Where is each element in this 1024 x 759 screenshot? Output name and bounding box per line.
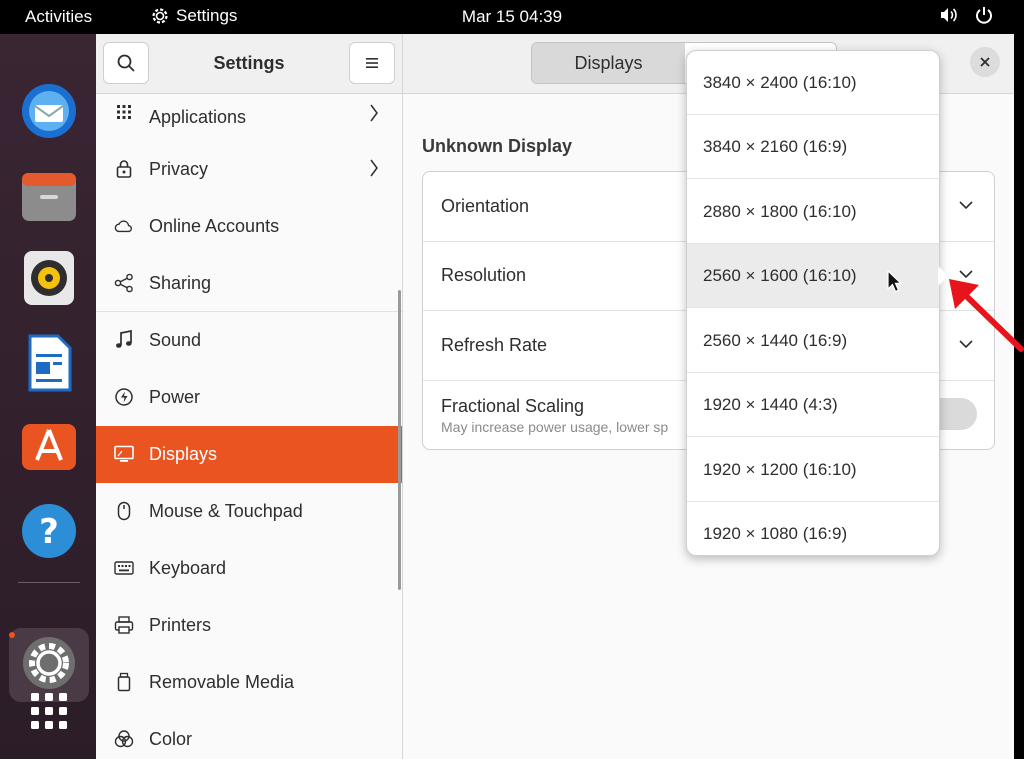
dock-help[interactable]: ?: [20, 502, 78, 560]
orientation-label: Orientation: [441, 196, 530, 216]
close-icon: [980, 57, 990, 67]
cloud-icon: [114, 216, 134, 236]
clock[interactable]: Mar 15 04:39: [462, 7, 562, 26]
sidebar-item-label: Printers: [149, 615, 212, 635]
sidebar-item-applications[interactable]: Applications: [96, 94, 402, 141]
sidebar-item-label: Mouse & Touchpad: [149, 501, 303, 521]
sidebar-item-label: Online Accounts: [149, 216, 280, 236]
dock-writer[interactable]: [20, 334, 78, 392]
dock-thunderbird[interactable]: [20, 82, 78, 140]
app-grid-icon: [31, 693, 67, 729]
fractional-scaling-label: Fractional Scaling: [441, 396, 585, 416]
chevron-down-icon: [958, 198, 974, 216]
display-name-heading: Unknown Display: [422, 136, 573, 156]
power-icon: [114, 387, 134, 407]
resolution-option[interactable]: 1920 × 1080 (16:9): [687, 502, 939, 555]
help-icon: ?: [22, 504, 76, 558]
dock-running-indicator: [9, 632, 15, 638]
resolution-option[interactable]: 3840 × 2400 (16:10): [687, 51, 939, 115]
sidebar-item-mouse-touchpad[interactable]: Mouse & Touchpad: [96, 483, 402, 540]
main-menu-button[interactable]: [349, 42, 395, 84]
rhythmbox-icon: [24, 251, 74, 305]
red-annotation-arrow-icon: [949, 279, 1024, 352]
sidebar-item-label: Sound: [149, 330, 202, 350]
dock-files[interactable]: [20, 167, 78, 225]
files-icon: [22, 173, 76, 221]
app-menu[interactable]: Settings: [150, 6, 237, 26]
tab-displays[interactable]: Displays: [532, 43, 685, 83]
resolution-option[interactable]: 2880 × 1800 (16:10): [687, 180, 939, 244]
sidebar-item-power[interactable]: Power: [96, 369, 402, 426]
sidebar-scrollbar[interactable]: [398, 290, 401, 590]
resolution-popover: 3840 × 2400 (16:10) 3840 × 2160 (16:9) 2…: [686, 50, 940, 556]
music-note-icon: [114, 330, 134, 350]
svg-text:?: ?: [39, 512, 59, 552]
settings-sidebar: Settings Applications Privacy Online Acc…: [96, 34, 403, 759]
app-menu-label: Settings: [176, 6, 238, 25]
sidebar-item-printers[interactable]: Printers: [96, 597, 402, 654]
share-icon: [114, 273, 134, 293]
resolution-option[interactable]: 2560 × 1440 (16:9): [687, 309, 939, 373]
sidebar-item-label: Displays: [149, 444, 218, 464]
sidebar-item-label: Keyboard: [149, 558, 227, 578]
sidebar-item-label: Privacy: [149, 159, 209, 179]
settings-gear-icon: [152, 8, 168, 24]
dock: ?: [0, 34, 96, 759]
sidebar-header: Settings: [96, 34, 402, 94]
dock-rhythmbox[interactable]: [20, 249, 78, 307]
volume-icon: [941, 8, 957, 22]
app-center-icon: [22, 424, 76, 470]
resolution-label: Resolution: [441, 265, 527, 285]
sidebar-item-keyboard[interactable]: Keyboard: [96, 540, 402, 597]
sidebar-item-sharing[interactable]: Sharing: [96, 255, 402, 312]
sidebar-list: Applications Privacy Online Accounts Sha…: [96, 94, 402, 759]
power-icon: [976, 7, 992, 24]
activities-button[interactable]: Activities: [25, 7, 92, 27]
mouse-cursor-icon: [887, 270, 902, 293]
display-icon: [114, 444, 134, 464]
color-icon: [114, 729, 134, 749]
printer-icon: [114, 615, 134, 635]
fractional-scaling-sublabel: May increase power usage, lower sp: [441, 419, 669, 435]
sidebar-item-label: Sharing: [149, 272, 212, 293]
close-button[interactable]: [970, 47, 1000, 77]
dock-separator: [18, 582, 80, 583]
resolution-option[interactable]: 1920 × 1200 (16:10): [687, 438, 939, 502]
refresh-rate-label: Refresh Rate: [441, 335, 548, 355]
resolution-option[interactable]: 3840 × 2160 (16:9): [687, 115, 939, 179]
sidebar-item-displays[interactable]: Displays: [96, 426, 402, 483]
sidebar-item-sound[interactable]: Sound: [96, 312, 402, 369]
system-tray[interactable]: [938, 5, 994, 25]
top-bar: Activities Settings Mar 15 04:39: [0, 0, 1024, 34]
grid-icon: [114, 102, 134, 122]
sidebar-item-privacy[interactable]: Privacy: [96, 141, 402, 198]
sidebar-item-label: Power: [149, 387, 201, 407]
removable-media-icon: [114, 672, 134, 692]
dock-app-center[interactable]: [20, 416, 78, 474]
keyboard-icon: [114, 558, 134, 578]
sidebar-item-color[interactable]: Color: [96, 711, 402, 759]
mouse-icon: [114, 501, 134, 521]
resolution-option[interactable]: 1920 × 1440 (4:3): [687, 373, 939, 437]
thunderbird-icon: [22, 84, 76, 138]
lock-icon: [114, 159, 134, 179]
writer-icon: [28, 334, 72, 392]
hamburger-icon: [366, 58, 378, 68]
chevron-right-icon: [368, 102, 380, 129]
sidebar-item-label: Color: [149, 729, 193, 749]
sidebar-item-label: Applications: [149, 107, 247, 127]
sidebar-item-online-accounts[interactable]: Online Accounts: [96, 198, 402, 255]
chevron-right-icon: [368, 157, 380, 184]
sidebar-item-removable-media[interactable]: Removable Media: [96, 654, 402, 711]
dock-app-grid[interactable]: [20, 682, 78, 740]
sidebar-item-label: Removable Media: [149, 672, 295, 692]
